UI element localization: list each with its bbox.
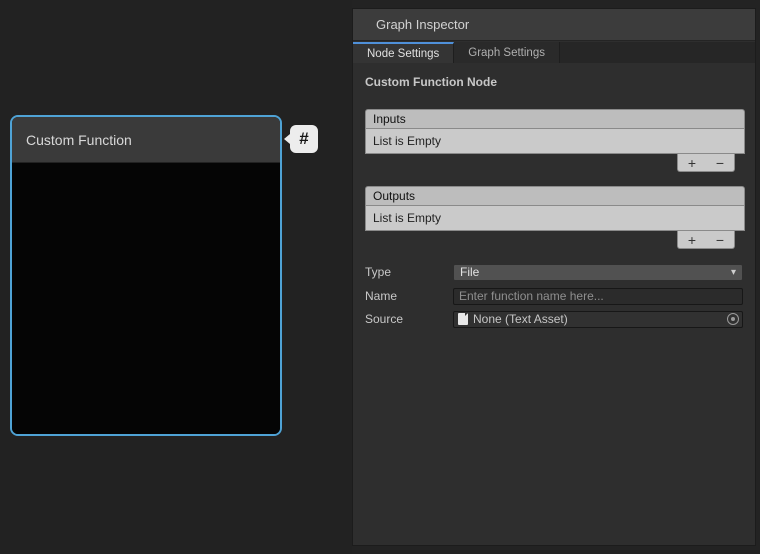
type-label: Type <box>365 265 453 279</box>
inspector-tabs: Node Settings Graph Settings <box>353 42 755 63</box>
inputs-list-footer: + − <box>677 154 735 172</box>
graph-canvas[interactable]: Custom Function # <box>0 0 352 554</box>
outputs-list: Outputs List is Empty + − <box>365 186 745 249</box>
source-object-field[interactable]: None (Text Asset) <box>453 311 743 328</box>
node-body <box>12 163 280 434</box>
type-dropdown[interactable]: File ▾ <box>453 264 743 281</box>
outputs-add-button[interactable]: + <box>678 231 706 248</box>
outputs-list-header[interactable]: Outputs <box>365 186 745 206</box>
inspector-header[interactable]: Graph Inspector <box>353 9 755 41</box>
graph-inspector-panel: Graph Inspector Node Settings Graph Sett… <box>352 8 756 546</box>
node-title: Custom Function <box>26 132 132 148</box>
inputs-list-header-label: Inputs <box>373 112 406 126</box>
inputs-remove-button[interactable]: − <box>706 154 734 171</box>
inputs-empty-text: List is Empty <box>373 134 441 148</box>
tab-node-settings[interactable]: Node Settings <box>353 42 454 63</box>
tab-node-settings-label: Node Settings <box>367 48 439 60</box>
source-object-value: None (Text Asset) <box>473 312 568 326</box>
source-row: Source None (Text Asset) <box>365 310 743 328</box>
outputs-empty-text: List is Empty <box>373 211 441 225</box>
section-heading: Custom Function Node <box>365 75 497 89</box>
plus-icon: + <box>688 156 696 170</box>
minus-icon: − <box>716 156 724 170</box>
hash-icon-glyph: # <box>299 129 308 149</box>
outputs-list-footer: + − <box>677 231 735 249</box>
tab-graph-settings[interactable]: Graph Settings <box>454 42 560 63</box>
outputs-list-header-label: Outputs <box>373 189 415 203</box>
name-row: Name <box>365 287 743 305</box>
type-row: Type File ▾ <box>365 263 743 281</box>
outputs-remove-button[interactable]: − <box>706 231 734 248</box>
type-dropdown-value: File <box>460 265 479 279</box>
tab-graph-settings-label: Graph Settings <box>468 47 545 59</box>
hash-icon[interactable]: # <box>290 125 318 153</box>
inputs-list-empty-row: List is Empty <box>365 129 745 154</box>
inputs-add-button[interactable]: + <box>678 154 706 171</box>
inspector-title: Graph Inspector <box>376 17 469 32</box>
name-label: Name <box>365 289 453 303</box>
plus-icon: + <box>688 233 696 247</box>
text-asset-icon <box>458 313 468 325</box>
source-label: Source <box>365 312 453 326</box>
inputs-list: Inputs List is Empty + − <box>365 109 745 172</box>
object-picker-icon[interactable] <box>727 313 739 325</box>
minus-icon: − <box>716 233 724 247</box>
custom-function-node[interactable]: Custom Function <box>10 115 282 436</box>
chevron-down-icon: ▾ <box>731 267 736 278</box>
name-input[interactable] <box>453 288 743 305</box>
outputs-list-empty-row: List is Empty <box>365 206 745 231</box>
node-title-bar[interactable]: Custom Function <box>12 117 280 163</box>
inputs-list-header[interactable]: Inputs <box>365 109 745 129</box>
